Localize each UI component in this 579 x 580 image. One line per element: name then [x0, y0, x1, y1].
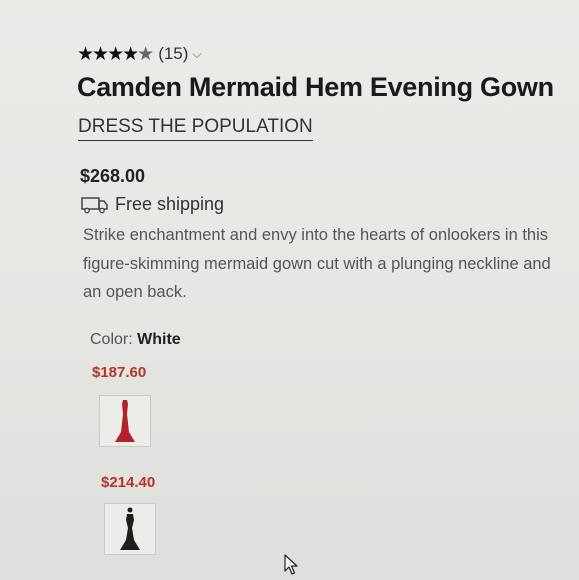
- shipping-info: Free shipping: [81, 194, 224, 215]
- brand-link[interactable]: DRESS THE POPULATION: [78, 116, 313, 141]
- chevron-down-icon[interactable]: ⌵: [192, 47, 201, 62]
- color-label: Color:: [90, 331, 133, 348]
- product-price: $268.00: [80, 166, 146, 186]
- review-count[interactable]: (15): [158, 44, 188, 64]
- color-selector-label: Color: White: [90, 331, 181, 349]
- selected-color: White: [137, 331, 181, 348]
- red-gown-icon: [115, 400, 135, 442]
- product-title: Camden Mermaid Hem Evening Gown: [77, 72, 554, 102]
- star-rating-icon: ★★★★★: [77, 42, 154, 65]
- swatch-price: $214.40: [101, 474, 156, 491]
- color-swatch-black[interactable]: [104, 503, 156, 555]
- truck-icon: [81, 196, 108, 213]
- swatch-price: $187.60: [92, 364, 147, 381]
- rating-summary[interactable]: ★★★★★ (15) ⌵: [77, 44, 202, 64]
- mouse-cursor-icon: [284, 554, 298, 575]
- black-gown-icon: [120, 507, 140, 550]
- product-description: Strike enchantment and envy into the hea…: [83, 226, 551, 301]
- color-swatch-red[interactable]: [99, 395, 151, 447]
- shipping-label: Free shipping: [115, 194, 225, 214]
